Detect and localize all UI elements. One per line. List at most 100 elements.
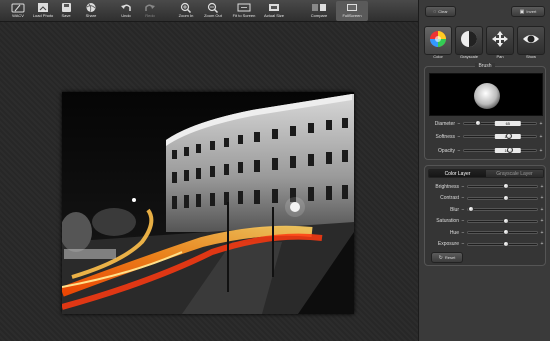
- opacity-increase[interactable]: +: [539, 148, 543, 154]
- blur-label: Blur: [450, 206, 459, 213]
- softness-decrease[interactable]: −: [457, 134, 461, 140]
- zoom-out-label: Zoom Out: [204, 13, 222, 18]
- hue-decrease[interactable]: −: [461, 230, 465, 236]
- blur-knob[interactable]: [468, 206, 475, 212]
- diameter-row: Diameter − 65 +: [429, 120, 543, 127]
- contrast-decrease[interactable]: −: [461, 195, 465, 201]
- zoom-out-icon: [207, 2, 219, 13]
- colosseum-night-photo: [62, 92, 354, 314]
- softness-increase[interactable]: +: [539, 134, 543, 140]
- saturation-decrease[interactable]: −: [461, 218, 465, 224]
- brightness-decrease[interactable]: −: [461, 184, 465, 190]
- tab-color-layer[interactable]: Color Layer: [429, 170, 486, 177]
- zoom-in-button[interactable]: Zoom In: [171, 1, 201, 21]
- brightness-slider[interactable]: [467, 183, 538, 189]
- wacom-tablet-icon: [11, 3, 25, 13]
- adjustment-row: Blur − +: [428, 206, 544, 213]
- share-label: Share: [85, 13, 97, 18]
- zoom-out-button[interactable]: Zoom Out: [198, 1, 228, 21]
- fit-to-screen-icon: [237, 3, 251, 12]
- adjustment-row: Hue − +: [428, 229, 544, 236]
- tab-grayscale-layer[interactable]: Grayscale Layer: [486, 170, 543, 177]
- fullscreen-label: FullScreen: [342, 13, 362, 18]
- softness-slider[interactable]: 100: [463, 133, 537, 139]
- fit-to-screen-label: Fit to Screen: [232, 13, 256, 18]
- invert-icon: ▣: [519, 8, 525, 15]
- exposure-knob[interactable]: [502, 240, 509, 247]
- fullscreen-icon: [347, 4, 357, 11]
- side-panel: ◌ Clear ▣ Invert Color Grayscale Pan Sho…: [418, 0, 550, 341]
- zoom-in-icon: [180, 2, 192, 13]
- contrast-knob[interactable]: [502, 194, 509, 201]
- redo-label: Redo: [145, 13, 155, 18]
- toolbar: WACV Load Photo Save Share Undo Redo Zoo…: [0, 0, 418, 22]
- exposure-slider[interactable]: [467, 240, 538, 247]
- layer-group: Color Layer Grayscale Layer Brightness − +…: [424, 165, 546, 266]
- saturation-label: Saturation: [436, 218, 459, 224]
- blur-slider[interactable]: [467, 206, 538, 212]
- actual-size-label: Actual Size: [263, 13, 284, 18]
- hue-knob[interactable]: [502, 229, 509, 235]
- color-mode-button[interactable]: Color: [424, 26, 452, 59]
- brightness-increase[interactable]: +: [540, 184, 544, 190]
- diameter-value[interactable]: 65: [494, 121, 521, 126]
- invert-button[interactable]: ▣ Invert: [511, 6, 545, 17]
- diameter-slider[interactable]: 65: [463, 120, 537, 126]
- layer-tabs: Color Layer Grayscale Layer: [428, 169, 544, 178]
- share-button[interactable]: Share: [76, 1, 106, 21]
- diameter-knob[interactable]: [475, 120, 482, 126]
- actual-size-icon: [269, 4, 279, 11]
- clear-button[interactable]: ◌ Clear: [425, 6, 456, 17]
- show-mode-button[interactable]: Show: [517, 26, 545, 59]
- blur-decrease[interactable]: −: [461, 207, 465, 213]
- brightness-knob[interactable]: [502, 183, 509, 189]
- color-mode-label: Color: [433, 54, 443, 59]
- undo-icon: [121, 4, 131, 11]
- show-mode-label: Show: [525, 54, 536, 59]
- pan-mode-label: Pan: [496, 54, 504, 59]
- opacity-slider[interactable]: 100: [463, 147, 537, 153]
- reset-label: Reset: [444, 255, 456, 260]
- clear-label: Clear: [438, 9, 448, 14]
- brush-title: Brush: [425, 63, 545, 69]
- invert-label: Invert: [526, 9, 537, 14]
- zoom-in-label: Zoom In: [178, 13, 194, 18]
- fit-to-screen-button[interactable]: Fit to Screen: [228, 1, 260, 21]
- fullscreen-button[interactable]: FullScreen: [336, 1, 368, 21]
- opacity-label: Opacity: [438, 147, 455, 154]
- saturation-slider[interactable]: [467, 217, 538, 224]
- brightness-label: Brightness: [435, 183, 459, 190]
- load-photo-icon: [38, 3, 48, 12]
- compare-button[interactable]: Compare: [304, 1, 334, 21]
- blur-increase[interactable]: +: [540, 207, 544, 213]
- adjustment-row: Exposure − +: [428, 240, 544, 248]
- eye-icon: [523, 35, 539, 43]
- exposure-label: Exposure: [437, 241, 459, 247]
- softness-knob[interactable]: [505, 133, 512, 139]
- reset-button[interactable]: ↻ Reset: [431, 252, 463, 263]
- saturation-increase[interactable]: +: [540, 218, 544, 224]
- pan-mode-button[interactable]: Pan: [486, 26, 514, 59]
- exposure-increase[interactable]: +: [540, 241, 544, 247]
- brush-preview-circle: [474, 83, 500, 109]
- contrast-slider[interactable]: [467, 194, 538, 201]
- grayscale-mode-button[interactable]: Grayscale: [455, 26, 483, 59]
- exposure-decrease[interactable]: −: [461, 241, 465, 247]
- diameter-increase[interactable]: +: [539, 121, 543, 127]
- save-icon: [62, 3, 71, 12]
- canvas-area[interactable]: [0, 22, 418, 341]
- softness-label: Softness: [435, 133, 455, 140]
- redo-button[interactable]: Redo: [135, 1, 165, 21]
- opacity-decrease[interactable]: −: [457, 148, 461, 154]
- contrast-increase[interactable]: +: [540, 195, 544, 201]
- photo-canvas[interactable]: [62, 92, 354, 314]
- opacity-row: Opacity − 100 +: [429, 147, 543, 154]
- brush-group: Brush Diameter − 65 + Softness − 100 +: [424, 63, 546, 160]
- actual-size-button[interactable]: Actual Size: [258, 1, 290, 21]
- hue-increase[interactable]: +: [540, 230, 544, 236]
- opacity-knob[interactable]: [507, 147, 514, 153]
- saturation-knob[interactable]: [502, 217, 509, 224]
- contrast-label: Contrast: [440, 195, 459, 201]
- hue-slider[interactable]: [467, 229, 538, 235]
- diameter-decrease[interactable]: −: [457, 121, 461, 127]
